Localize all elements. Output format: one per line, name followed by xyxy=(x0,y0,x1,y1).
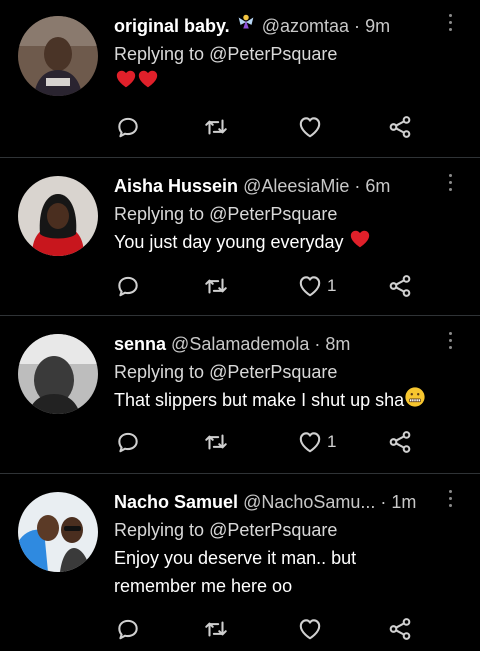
tweet-text xyxy=(114,68,440,98)
retweet-button[interactable] xyxy=(203,112,229,142)
two-red-hearts-emoji xyxy=(114,68,160,98)
reply-icon xyxy=(115,616,141,642)
tweet-actions: 1 xyxy=(115,271,425,301)
tweet-header: Aisha Hussein @AleesiaMie · 6m xyxy=(114,172,440,200)
share-icon xyxy=(387,273,413,299)
reply-button[interactable] xyxy=(115,112,141,142)
display-name[interactable]: Aisha Hussein xyxy=(114,176,238,196)
tweet-text-content: Enjoy you deserve it man.. but remember … xyxy=(114,548,357,596)
timestamp[interactable]: 6m xyxy=(365,176,390,196)
zipper-mouth-face-emoji xyxy=(404,386,426,416)
tweet-text: That slippers but make I shut up sha xyxy=(114,386,440,416)
user-handle[interactable]: @NachoSamu... xyxy=(243,492,375,512)
reply-icon xyxy=(115,114,141,140)
reply-prefix: Replying to xyxy=(114,44,205,64)
user-handle[interactable]: @AleesiaMie xyxy=(243,176,349,196)
share-button[interactable] xyxy=(387,614,413,644)
share-button[interactable] xyxy=(387,427,413,457)
tweet-item[interactable]: senna @Salamademola · 8m Replying to @Pe… xyxy=(0,316,480,474)
avatar[interactable] xyxy=(18,176,98,256)
user-handle[interactable]: @azomtaa xyxy=(262,16,349,36)
share-icon xyxy=(387,429,413,455)
separator-dot: · xyxy=(354,176,361,196)
display-name[interactable]: senna xyxy=(114,334,166,354)
tweet-text-content: You just day young everyday xyxy=(114,232,344,252)
share-button[interactable] xyxy=(387,112,413,142)
avatar[interactable] xyxy=(18,16,98,96)
more-vertical-icon[interactable] xyxy=(442,174,458,196)
like-button[interactable]: 1 xyxy=(297,427,336,457)
heart-icon xyxy=(297,273,323,299)
heart-icon xyxy=(297,429,323,455)
retweet-icon xyxy=(203,616,229,642)
display-name[interactable]: original baby. xyxy=(114,16,230,36)
tweet-item[interactable]: original baby. @azomtaa · 9m Replying to… xyxy=(0,0,480,158)
fairy-emoji xyxy=(235,12,257,40)
retweet-button[interactable] xyxy=(203,271,229,301)
tweet-actions: 1 xyxy=(115,427,425,457)
separator-dot: · xyxy=(380,492,387,512)
separator-dot: · xyxy=(314,334,321,354)
retweet-icon xyxy=(203,429,229,455)
like-count: 1 xyxy=(327,276,337,295)
reply-button[interactable] xyxy=(115,271,141,301)
reply-prefix: Replying to xyxy=(114,520,205,540)
reply-button[interactable] xyxy=(115,614,141,644)
reply-icon xyxy=(115,429,141,455)
replying-to: Replying to @PeterPsquare xyxy=(114,358,440,386)
retweet-icon xyxy=(203,273,229,299)
reply-icon xyxy=(115,273,141,299)
reply-mention[interactable]: @PeterPsquare xyxy=(209,204,337,224)
tweet-header: Nacho Samuel @NachoSamu... · 1m xyxy=(114,488,440,516)
tweet-text: You just day young everyday xyxy=(114,228,440,258)
tweet-text: Enjoy you deserve it man.. but remember … xyxy=(114,544,440,600)
like-button[interactable] xyxy=(297,614,327,644)
share-icon xyxy=(387,114,413,140)
tweet-item[interactable]: Nacho Samuel @NachoSamu... · 1m Replying… xyxy=(0,474,480,651)
more-vertical-icon[interactable] xyxy=(442,490,458,512)
timestamp[interactable]: 8m xyxy=(325,334,350,354)
tweet-header: senna @Salamademola · 8m xyxy=(114,330,440,358)
reply-button[interactable] xyxy=(115,427,141,457)
like-count: 1 xyxy=(327,432,337,451)
like-button[interactable]: 1 xyxy=(297,271,336,301)
share-icon xyxy=(387,616,413,642)
separator-dot: · xyxy=(354,16,361,36)
retweet-button[interactable] xyxy=(203,614,229,644)
more-vertical-icon[interactable] xyxy=(442,332,458,354)
display-name[interactable]: Nacho Samuel xyxy=(114,492,238,512)
tweet-actions xyxy=(115,614,425,644)
tweet-text-content: That slippers but make I shut up sha xyxy=(114,390,405,410)
replying-to: Replying to @PeterPsquare xyxy=(114,200,440,228)
reply-mention[interactable]: @PeterPsquare xyxy=(209,520,337,540)
like-button[interactable] xyxy=(297,112,327,142)
reply-prefix: Replying to xyxy=(114,362,205,382)
reply-mention[interactable]: @PeterPsquare xyxy=(209,362,337,382)
retweet-button[interactable] xyxy=(203,427,229,457)
avatar[interactable] xyxy=(18,334,98,414)
retweet-icon xyxy=(203,114,229,140)
replying-to: Replying to @PeterPsquare xyxy=(114,516,440,544)
user-handle[interactable]: @Salamademola xyxy=(171,334,309,354)
replying-to: Replying to @PeterPsquare xyxy=(114,40,440,68)
red-heart-emoji xyxy=(349,228,371,258)
heart-icon xyxy=(297,114,323,140)
reply-prefix: Replying to xyxy=(114,204,205,224)
tweet-item[interactable]: Aisha Hussein @AleesiaMie · 6m Replying … xyxy=(0,158,480,316)
share-button[interactable] xyxy=(387,271,413,301)
tweet-actions xyxy=(115,112,425,142)
tweet-header: original baby. @azomtaa · 9m xyxy=(114,12,440,40)
timestamp[interactable]: 9m xyxy=(365,16,390,36)
avatar[interactable] xyxy=(18,492,98,572)
more-vertical-icon[interactable] xyxy=(442,14,458,36)
timestamp[interactable]: 1m xyxy=(391,492,416,512)
reply-mention[interactable]: @PeterPsquare xyxy=(209,44,337,64)
heart-icon xyxy=(297,616,323,642)
